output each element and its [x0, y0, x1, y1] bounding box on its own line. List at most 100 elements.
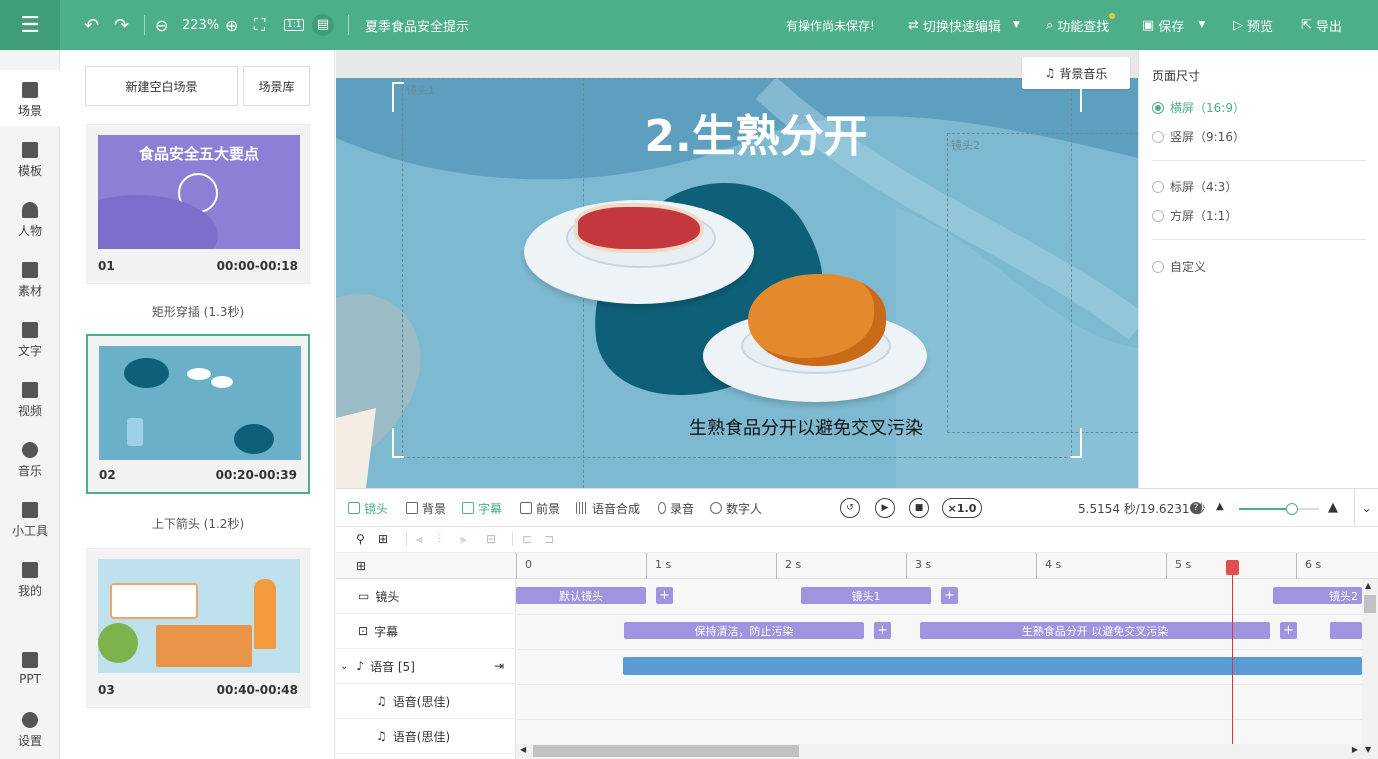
document-title[interactable]: 夏季食品安全提示: [365, 0, 469, 50]
nav-item-template[interactable]: 模板: [0, 130, 60, 186]
scroll-thumb[interactable]: [1364, 595, 1376, 613]
timeline-zoom-slider[interactable]: [1239, 503, 1319, 515]
nav-item-video[interactable]: 视频: [0, 370, 60, 426]
grid-icon[interactable]: ⊞: [356, 559, 366, 573]
horizontal-scrollbar[interactable]: ◀ ▶: [516, 744, 1362, 759]
add-lens-button[interactable]: +: [941, 587, 958, 604]
track-label-voice-sub[interactable]: ♫ 语音(思佳): [336, 684, 516, 719]
radio-portrait[interactable]: 竖屏（9:16）: [1152, 128, 1245, 145]
preview-button[interactable]: ▷ 预览: [1233, 0, 1273, 50]
track-label-lens[interactable]: ▭ 镜头: [336, 579, 516, 614]
tab-subtitle[interactable]: 字幕: [462, 489, 502, 527]
nav-item-mine[interactable]: 我的: [0, 550, 60, 606]
time-ruler[interactable]: ⊞ 0 1 s 2 s 3 s 4 s 5 s 6 s: [336, 553, 1378, 579]
lens-clip[interactable]: 镜头2: [1273, 587, 1362, 604]
actual-size-icon[interactable]: 1:1: [284, 0, 305, 50]
scroll-right-icon[interactable]: ▶: [1352, 745, 1358, 754]
canvas-area[interactable]: 镜头1 镜头2 2.生熟分开 生熟食品分开以避免交叉污染 ♫ 背景音乐: [336, 50, 1138, 488]
radio-square[interactable]: 方屏（1:1）: [1152, 207, 1237, 224]
tab-record[interactable]: 录音: [658, 489, 694, 527]
chevron-down-icon[interactable]: ▼: [1198, 20, 1205, 30]
chevron-down-icon[interactable]: ▼: [1013, 20, 1020, 30]
scene-card-01[interactable]: 食品安全五大要点 01 00:00-00:18: [86, 124, 310, 284]
slider-handle[interactable]: [1286, 503, 1298, 515]
subtitle-clip[interactable]: 保持清洁，防止污染: [624, 622, 864, 639]
lens2-frame[interactable]: [947, 133, 1138, 433]
tab-tts[interactable]: 语音合成: [576, 489, 640, 527]
nav-item-scene[interactable]: 场景: [0, 70, 60, 126]
filter-icon[interactable]: ⚲: [356, 532, 365, 546]
play-icon[interactable]: ▶: [875, 498, 895, 518]
feature-search-button[interactable]: ⌕ 功能查找: [1046, 0, 1116, 50]
background-music-button[interactable]: ♫ 背景音乐: [1022, 57, 1130, 89]
tab-lens[interactable]: 镜头: [348, 489, 388, 527]
replay-icon[interactable]: ↺: [840, 498, 860, 518]
playhead-handle[interactable]: [1226, 560, 1239, 575]
scene-card-02[interactable]: 02 00:20-00:39: [86, 334, 310, 494]
vertical-scrollbar[interactable]: ▲ ▼: [1362, 579, 1378, 759]
transition-label[interactable]: 上下箭头 (1.2秒): [86, 515, 310, 532]
add-subtitle-button[interactable]: +: [874, 622, 891, 639]
quick-edit-button[interactable]: ⇄ 切换快速编辑 ▼: [908, 0, 1020, 50]
new-blank-scene-button[interactable]: 新建空白场景: [85, 66, 238, 106]
scene-library-button[interactable]: 场景库: [243, 66, 310, 106]
subtitle-toggle-icon[interactable]: ▤: [312, 0, 334, 50]
scene-caption[interactable]: 生熟食品分开以避免交叉污染: [336, 414, 1138, 440]
nav-item-text[interactable]: 文字: [0, 310, 60, 366]
align-right-icon[interactable]: ⫸: [460, 532, 467, 547]
align-left-icon[interactable]: ⫷: [416, 532, 423, 547]
transition-label[interactable]: 矩形穿插 (1.3秒): [86, 303, 310, 320]
chevron-down-icon[interactable]: ⌄: [340, 661, 348, 672]
stop-icon[interactable]: ■: [909, 498, 929, 518]
subtitle-clip[interactable]: [1330, 622, 1362, 639]
lens-clip[interactable]: 默认镜头: [516, 587, 646, 604]
nav-item-person[interactable]: 人物: [0, 190, 60, 246]
collapse-icon[interactable]: ⌄: [1354, 489, 1378, 527]
link-icon[interactable]: ⊐: [544, 532, 554, 546]
scroll-left-icon[interactable]: ◀: [520, 745, 526, 754]
scene-card-03[interactable]: 03 00:40-00:48: [86, 548, 310, 708]
scene-heading[interactable]: 2.生熟分开: [626, 100, 886, 164]
redo-icon[interactable]: ↷: [114, 0, 129, 50]
tab-background[interactable]: 背景: [406, 489, 446, 527]
nav-item-settings[interactable]: 设置: [0, 700, 60, 756]
scroll-down-icon[interactable]: ▼: [1365, 745, 1371, 754]
nav-item-toolbox[interactable]: 小工具: [0, 490, 60, 546]
zoom-in-icon[interactable]: ⊕: [225, 0, 238, 50]
hamburger-menu-icon[interactable]: ☰: [0, 0, 60, 50]
subtitle-clip[interactable]: 生熟食品分开 以避免交叉污染: [920, 622, 1270, 639]
scroll-thumb[interactable]: [533, 745, 799, 757]
add-subtitle-button[interactable]: +: [1280, 622, 1297, 639]
undo-icon[interactable]: ↶: [84, 0, 99, 50]
help-icon[interactable]: ?: [1190, 502, 1202, 514]
add-lens-button[interactable]: +: [656, 587, 673, 604]
playhead-line[interactable]: [1232, 560, 1233, 748]
stage[interactable]: 镜头1 镜头2 2.生熟分开 生熟食品分开以避免交叉污染: [336, 78, 1138, 488]
snap-icon[interactable]: ⊏: [522, 532, 532, 546]
zoom-out-mountain-icon[interactable]: ▲: [1216, 501, 1224, 512]
group-icon[interactable]: ⊞: [378, 532, 388, 546]
tab-digital-human[interactable]: 数字人: [710, 489, 762, 527]
tab-foreground[interactable]: 前景: [520, 489, 560, 527]
radio-custom[interactable]: 自定义: [1152, 258, 1206, 275]
voice-clip[interactable]: [623, 657, 1362, 675]
align-center-icon[interactable]: ⫶: [438, 532, 441, 547]
nav-item-ppt[interactable]: PPT: [0, 640, 60, 696]
distribute-icon[interactable]: ⊟: [486, 532, 496, 546]
timeline-tracks[interactable]: 默认镜头 + 镜头1 + 镜头2 保持清洁，防止污染 + 生熟食品分开 以避免交…: [516, 579, 1362, 744]
save-button[interactable]: ▣ 保存 ▼: [1142, 0, 1205, 50]
radio-landscape[interactable]: 横屏（16:9）: [1152, 99, 1245, 116]
zoom-in-mountain-icon[interactable]: ▲: [1328, 500, 1338, 515]
track-label-voice[interactable]: ⌄ ♪ 语音 [5] ⇥: [336, 649, 516, 684]
fullscreen-icon[interactable]: ⛶: [254, 0, 265, 50]
import-icon[interactable]: ⇥: [494, 659, 504, 673]
lens-clip[interactable]: 镜头1: [801, 587, 931, 604]
track-label-subtitle[interactable]: ⊡ 字幕: [336, 614, 516, 649]
track-label-voice-sub[interactable]: ♫ 语音(思佳): [336, 719, 516, 754]
corner-handle[interactable]: [392, 82, 404, 112]
speed-button[interactable]: ×1.0: [942, 498, 982, 518]
nav-item-material[interactable]: 素材: [0, 250, 60, 306]
zoom-out-icon[interactable]: ⊖: [155, 0, 168, 50]
nav-item-music[interactable]: 音乐: [0, 430, 60, 486]
radio-standard[interactable]: 标屏（4:3）: [1152, 178, 1237, 195]
